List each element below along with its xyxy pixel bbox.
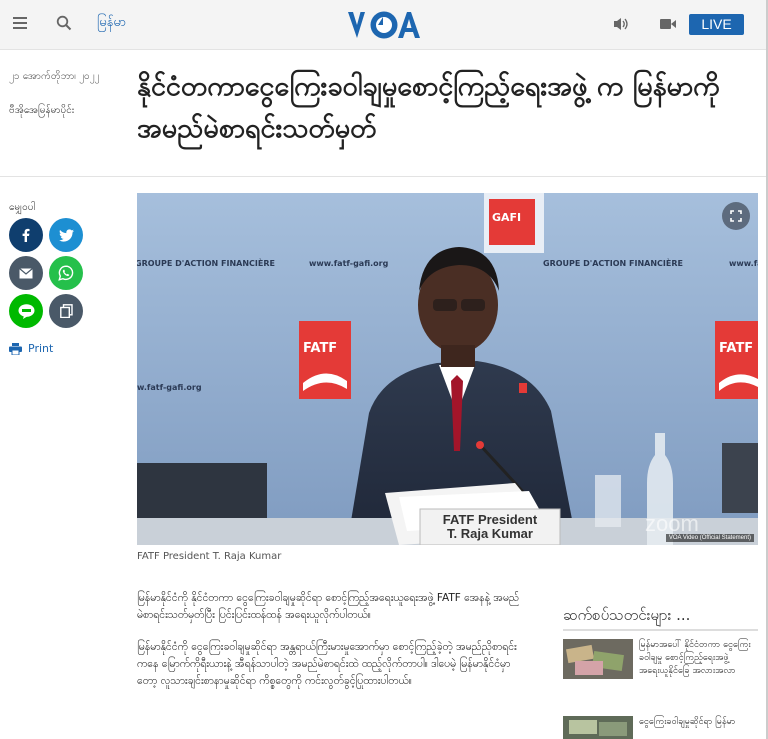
related-item[interactable]: ငွေကြေးခဝါချမှုဆိုင်ရာ မြန်မာ [563,716,758,739]
twitter-icon [58,228,74,242]
speaker-icon[interactable] [613,17,629,31]
video-camera-icon[interactable] [660,18,676,30]
paragraph: မြန်မာနိုင်ငံကို ငွေကြေးခဝါချမှုဆိုင်ရာ … [137,641,517,687]
related-item[interactable]: မြန်မာအပေါ် နိုင်ငံတကာ ငွေကြေးခဝါချမှု စ… [563,639,758,679]
nameplate-line-1: FATF President [442,512,538,527]
email-icon [19,267,33,278]
share-label: မျှေဝပါ [9,202,36,213]
publish-date: ၂၁ အောက်တိုဘာ၊ ၂၀၂၂ [9,71,100,82]
related-heading: ဆက်စပ်သတင်းများ ... [563,606,691,624]
image-caption: FATF President T. Raja Kumar [137,551,282,562]
related-divider [563,629,758,631]
expand-button[interactable] [722,202,750,230]
copy-link-button[interactable] [49,294,83,328]
money-thumbnail [563,716,633,739]
fatf-president-photo [137,193,758,545]
related-thumbnail [563,716,633,739]
page-title: နိုင်ငံတကာငွေကြေးခဝါချမှုစောင့်ကြည့်ရေးအ… [137,71,720,144]
url-text-right: www.fatf [729,259,758,268]
related-item-text: ငွေကြေးခဝါချမှုဆိုင်ရာ မြန်မာ [639,717,736,727]
article-body: မြန်မာနိုင်ငံကို နိုင်ငံတကာ ငွေကြေးခဝါချ… [137,590,523,705]
author-link[interactable]: ဗီအိုအေမြန်မာပိုင်း [9,103,119,118]
divider [0,176,768,177]
url-text-left: www.fatf-gafi.org [309,259,389,268]
related-item-text: မြန်မာအပေါ် နိုင်ငံတကာ ငွေကြေးခဝါချမှု စ… [639,640,751,676]
printer-icon [9,342,22,355]
print-button[interactable]: Print [9,342,53,355]
url-text-bottom: w.fatf-gafi.org [137,383,202,392]
search-icon[interactable] [56,15,72,31]
nameplate: FATF President T. Raja Kumar [420,513,560,541]
video-credit: VOA Video (Official Statement) [665,534,754,542]
menu-icon[interactable] [13,17,27,29]
facebook-icon [22,228,30,242]
nameplate-line-2: T. Raja Kumar [447,526,533,541]
live-button[interactable]: LIVE [689,14,744,35]
line-share-button[interactable] [9,294,43,328]
language-link[interactable]: မြန်မာ [97,14,126,33]
fatf-label-right: FATF [719,341,754,356]
email-share-button[interactable] [9,256,43,290]
voa-logo[interactable] [347,9,421,41]
twitter-share-button[interactable] [49,218,83,252]
banner-text-left: GROUPE D'ACTION FINANCIÈRE [137,259,275,268]
site-header: မြန်မာ LIVE [0,0,768,50]
gafi-label: GAFI [492,211,522,224]
fatf-label-left: FATF [303,341,338,356]
related-thumbnail [563,639,633,679]
banner-text-right: GROUPE D'ACTION FINANCIÈRE [543,259,683,268]
copy-icon [59,304,73,318]
whatsapp-icon [58,265,74,281]
expand-icon [730,210,742,222]
whatsapp-share-button[interactable] [49,256,83,290]
line-icon [18,303,34,319]
hero-image[interactable]: GROUPE D'ACTION FINANCIÈRE GROUPE D'ACTI… [137,193,758,545]
paragraph: မြန်မာနိုင်ငံကို နိုင်ငံတကာ ငွေကြေးခဝါချ… [137,592,520,621]
money-thumbnail [563,639,633,679]
facebook-share-button[interactable] [9,218,43,252]
print-label: Print [28,342,54,355]
